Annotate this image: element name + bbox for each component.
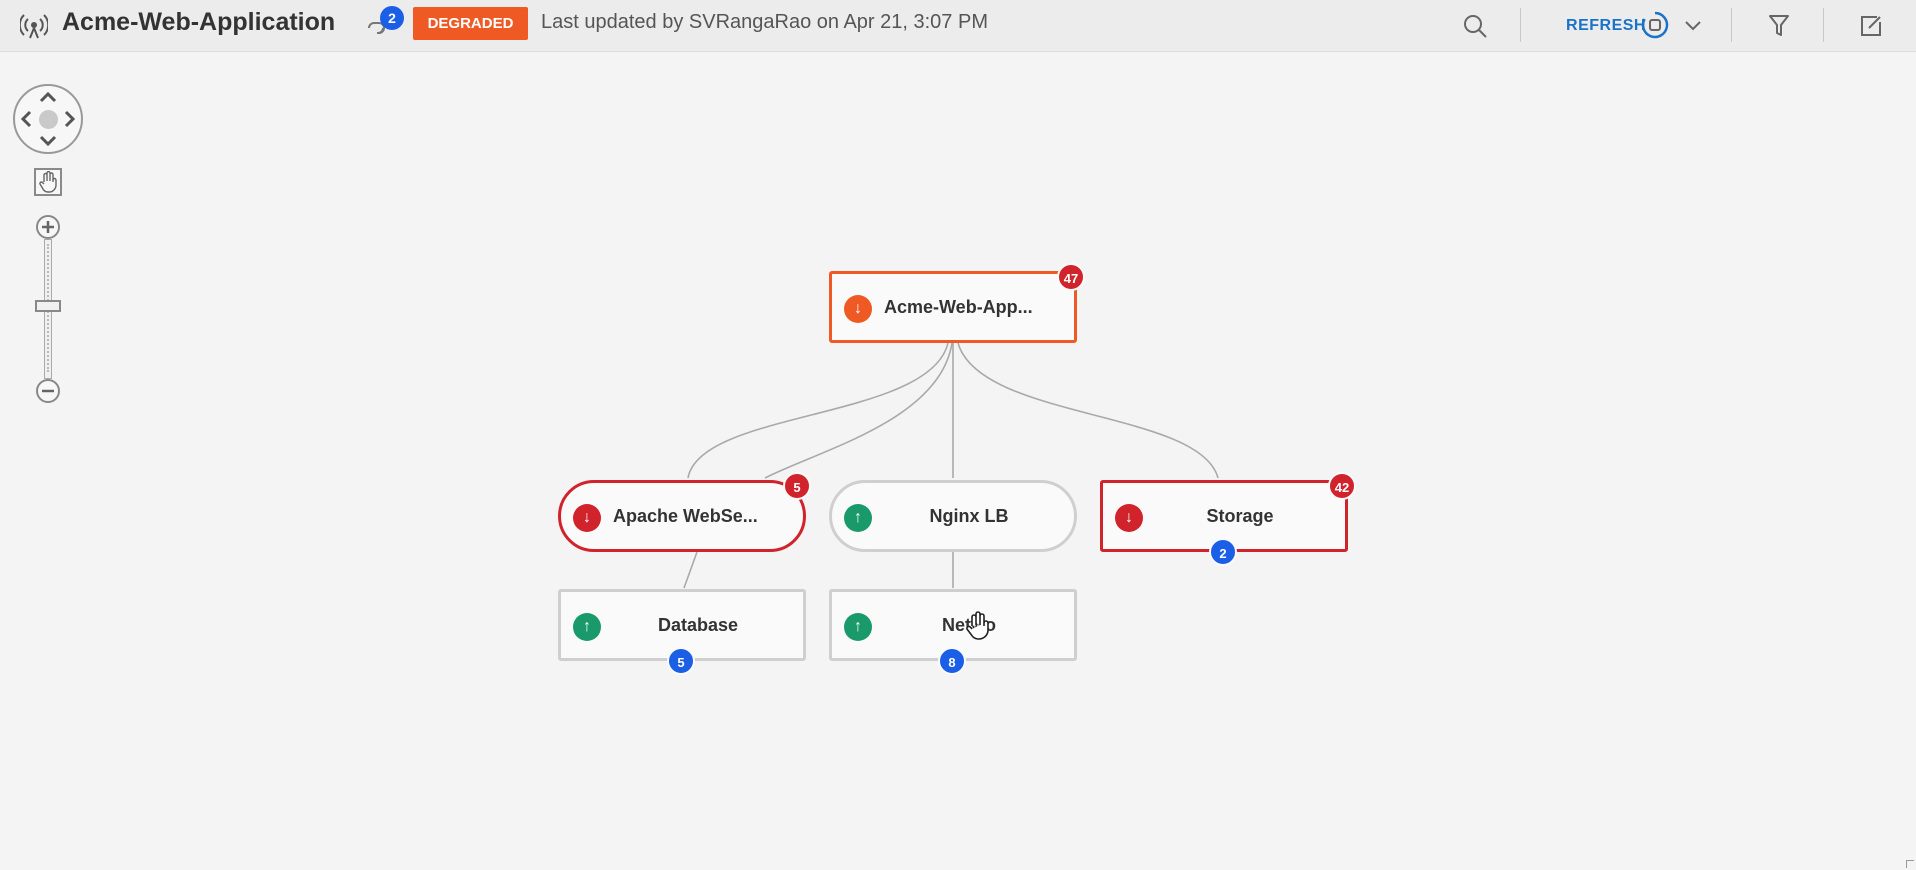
- node-label: Database: [657, 615, 739, 635]
- member-count-badge[interactable]: 2: [1209, 538, 1237, 566]
- edge: [687, 342, 949, 479]
- alert-count-badge: 47: [1057, 263, 1085, 291]
- member-count-badge[interactable]: 8: [938, 647, 966, 675]
- arrow-up-icon: ↑: [573, 613, 601, 641]
- node-label: Storage: [1206, 506, 1274, 526]
- alert-count-badge: 42: [1328, 472, 1356, 500]
- edge: [683, 551, 698, 589]
- node-label: Nginx LB: [929, 506, 1009, 526]
- arrow-down-icon: ↓: [573, 504, 601, 532]
- arrow-up-icon: ↑: [844, 613, 872, 641]
- node-nginx-lb[interactable]: ↑ Nginx LB: [829, 480, 1077, 552]
- arrow-up-icon: ↑: [844, 504, 872, 532]
- arrow-down-icon: ↓: [844, 295, 872, 323]
- node-acme-web-app[interactable]: ↓ Acme-Web-App... 47: [829, 263, 1085, 343]
- topology-edges: [683, 342, 1219, 589]
- node-storage[interactable]: ↓ Storage 42 2: [1100, 472, 1356, 566]
- arrow-down-icon: ↓: [1115, 504, 1143, 532]
- edge: [764, 342, 953, 479]
- node-network[interactable]: ↑ Netwo 8: [829, 589, 1077, 675]
- node-label: Acme-Web-App...: [884, 297, 1033, 317]
- alert-count-badge: 5: [783, 472, 811, 500]
- node-label: Apache WebSe...: [613, 506, 758, 526]
- member-count-badge[interactable]: 5: [667, 647, 695, 675]
- node-apache-webserver[interactable]: ↓ Apache WebSe... 5: [558, 472, 811, 552]
- node-database[interactable]: ↑ Database 5: [558, 589, 806, 675]
- resize-corner: [1906, 860, 1914, 868]
- edge: [957, 342, 1219, 479]
- hand-cursor-icon: [966, 611, 989, 640]
